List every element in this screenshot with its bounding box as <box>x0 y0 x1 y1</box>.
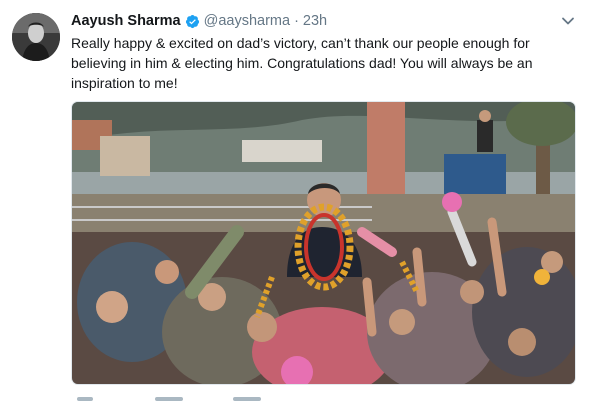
retweet-icon[interactable] <box>155 397 183 401</box>
tweet-card[interactable]: Aayush Sharma @aaysharma · 23h Really ha… <box>0 0 589 402</box>
handle[interactable]: @aaysharma <box>204 13 290 29</box>
like-icon[interactable] <box>233 397 261 401</box>
avatar-photo <box>12 13 60 61</box>
timestamp[interactable]: 23h <box>303 13 327 29</box>
display-name[interactable]: Aayush Sharma <box>71 13 181 29</box>
chevron-down-icon[interactable] <box>561 14 575 28</box>
verified-badge-icon <box>185 14 199 28</box>
crowd-celebration-photo <box>72 102 575 384</box>
tweet-header: Aayush Sharma @aaysharma · 23h <box>71 11 327 31</box>
reply-icon[interactable] <box>77 397 93 401</box>
tweet-text: Really happy & excited on dad’s victory,… <box>71 35 533 91</box>
avatar[interactable] <box>12 13 60 61</box>
tweet-photo[interactable] <box>71 101 576 385</box>
tweet-actions-bar <box>71 394 471 402</box>
separator-dot: · <box>294 13 299 29</box>
